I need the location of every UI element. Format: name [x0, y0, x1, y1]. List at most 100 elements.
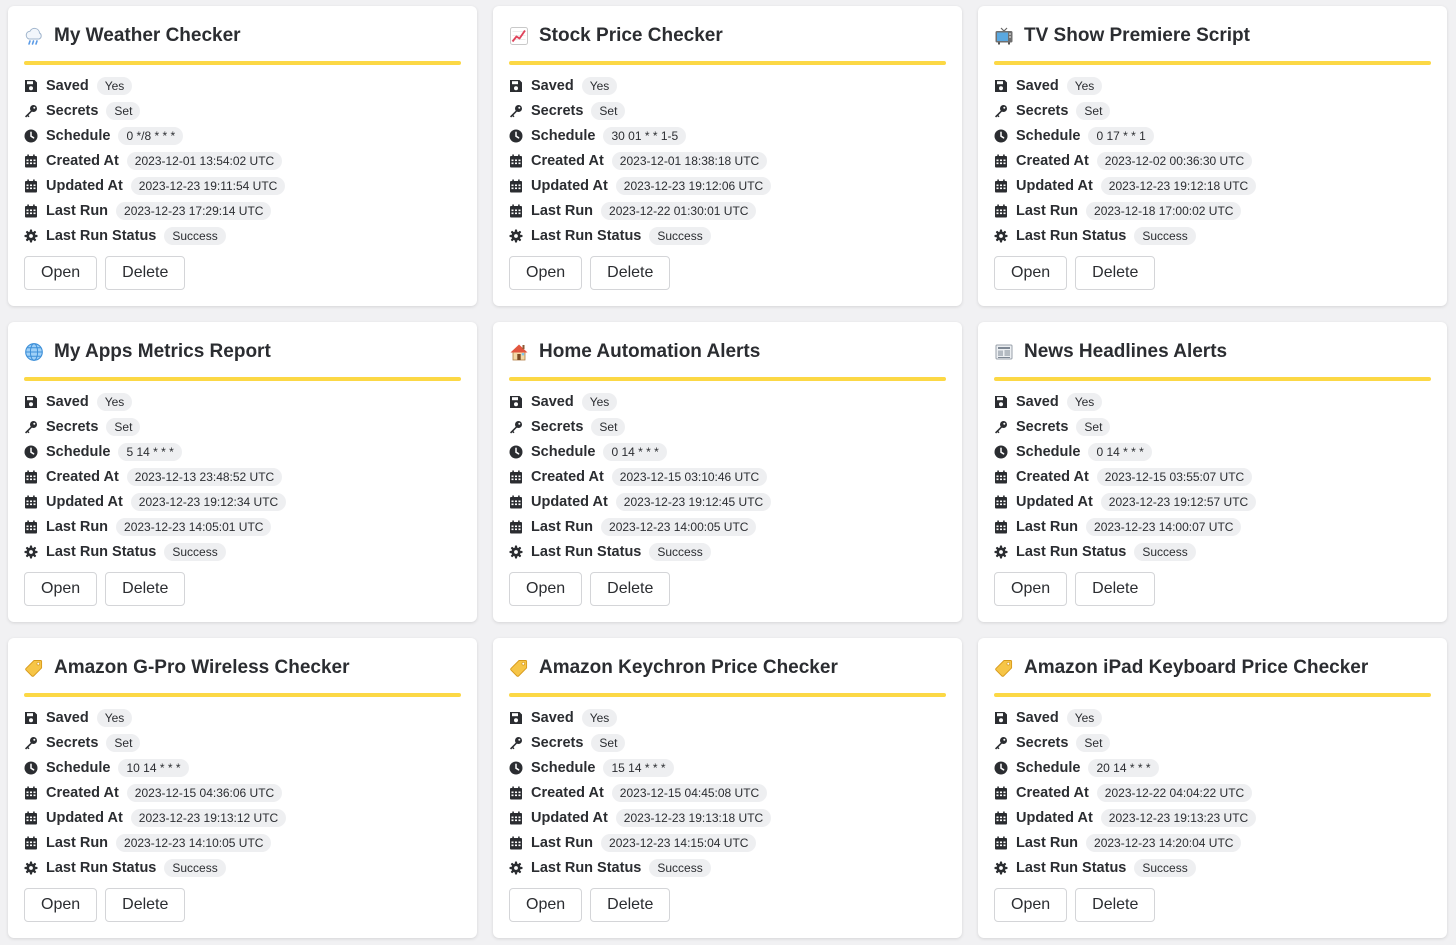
- last-run-status-label: Last Run Status: [531, 227, 642, 244]
- last-run-label: Last Run: [531, 518, 594, 535]
- updated-at-value: 2023-12-23 19:12:18 UTC: [1100, 176, 1257, 195]
- delete-button[interactable]: Delete: [105, 572, 186, 606]
- schedule-value: 0 17 * * 1: [1088, 126, 1154, 145]
- card-actions: Open Delete: [24, 888, 193, 922]
- updated-at-row: Updated At 2023-12-23 19:12:18 UTC: [994, 173, 1431, 198]
- secrets-label: Secrets: [1016, 102, 1069, 119]
- secrets-label: Secrets: [531, 102, 584, 119]
- gear-icon: [509, 861, 523, 874]
- gear-icon: [509, 545, 523, 558]
- price-tag-icon: [994, 658, 1014, 678]
- floppy-disk-icon: [995, 395, 1007, 408]
- last-run-row: Last Run 2023-12-23 14:00:05 UTC: [509, 514, 946, 539]
- schedule-value: 0 14 * * *: [603, 442, 667, 461]
- title-underline: [509, 693, 946, 697]
- created-at-row: Created At 2023-12-15 03:55:07 UTC: [994, 464, 1431, 489]
- floppy-disk-icon: [510, 395, 522, 408]
- last-run-status-label: Last Run Status: [46, 859, 157, 876]
- delete-button[interactable]: Delete: [1075, 256, 1156, 290]
- delete-button[interactable]: Delete: [105, 256, 186, 290]
- delete-button[interactable]: Delete: [590, 256, 671, 290]
- saved-row: Saved Yes: [24, 389, 461, 414]
- secrets-label: Secrets: [1016, 418, 1069, 435]
- delete-button[interactable]: Delete: [1075, 888, 1156, 922]
- gear-icon: [994, 229, 1008, 242]
- last-run-status-label: Last Run Status: [1016, 227, 1127, 244]
- clock-icon: [994, 761, 1008, 774]
- card-actions: Open Delete: [24, 256, 193, 290]
- price-tag-icon: [509, 658, 529, 678]
- script-card: News Headlines Alerts Saved Yes Secrets …: [978, 322, 1447, 622]
- saved-label: Saved: [46, 393, 89, 410]
- schedule-label: Schedule: [46, 127, 111, 144]
- updated-at-label: Updated At: [46, 809, 123, 826]
- clock-icon: [24, 129, 38, 142]
- saved-label: Saved: [531, 393, 574, 410]
- last-run-value: 2023-12-23 17:29:14 UTC: [116, 201, 272, 220]
- tv-icon: [994, 26, 1014, 46]
- schedule-row: Schedule 0 14 * * *: [509, 439, 946, 464]
- clock-icon: [994, 129, 1008, 142]
- calendar-icon: [995, 520, 1007, 533]
- secrets-row: Secrets Set: [994, 730, 1431, 755]
- secrets-label: Secrets: [531, 734, 584, 751]
- created-at-row: Created At 2023-12-22 04:04:22 UTC: [994, 780, 1431, 805]
- saved-value: Yes: [581, 392, 618, 411]
- last-run-status-row: Last Run Status Success: [24, 539, 461, 564]
- key-icon: [995, 104, 1007, 117]
- last-run-value: 2023-12-23 14:05:01 UTC: [116, 517, 272, 536]
- last-run-status-row: Last Run Status Success: [24, 855, 461, 880]
- open-button[interactable]: Open: [24, 256, 98, 290]
- script-card: Amazon Keychron Price Checker Saved Yes …: [493, 638, 962, 938]
- calendar-icon: [25, 520, 37, 533]
- open-button[interactable]: Open: [994, 888, 1068, 922]
- card-header: My Weather Checker: [24, 6, 461, 64]
- schedule-label: Schedule: [531, 443, 596, 460]
- last-run-row: Last Run 2023-12-23 17:29:14 UTC: [24, 198, 461, 223]
- delete-button[interactable]: Delete: [105, 888, 186, 922]
- schedule-row: Schedule 20 14 * * *: [994, 755, 1431, 780]
- key-icon: [25, 420, 37, 433]
- created-at-label: Created At: [1016, 152, 1089, 169]
- calendar-icon: [510, 470, 522, 483]
- key-icon: [510, 420, 522, 433]
- saved-value: Yes: [581, 76, 618, 95]
- delete-button[interactable]: Delete: [590, 888, 671, 922]
- saved-label: Saved: [1016, 393, 1059, 410]
- calendar-icon: [995, 836, 1007, 849]
- schedule-value: 0 */8 * * *: [118, 126, 184, 145]
- title-underline: [24, 693, 461, 697]
- secrets-value: Set: [1076, 733, 1111, 752]
- updated-at-row: Updated At 2023-12-23 19:12:45 UTC: [509, 489, 946, 514]
- open-button[interactable]: Open: [994, 572, 1068, 606]
- floppy-disk-icon: [510, 711, 522, 724]
- house-icon: [509, 342, 529, 362]
- floppy-disk-icon: [25, 711, 37, 724]
- updated-at-value: 2023-12-23 19:13:12 UTC: [130, 808, 287, 827]
- updated-at-value: 2023-12-23 19:12:57 UTC: [1100, 492, 1257, 511]
- clock-icon: [994, 445, 1008, 458]
- delete-button[interactable]: Delete: [1075, 572, 1156, 606]
- open-button[interactable]: Open: [24, 572, 98, 606]
- last-run-label: Last Run: [46, 834, 109, 851]
- saved-row: Saved Yes: [994, 389, 1431, 414]
- open-button[interactable]: Open: [509, 888, 583, 922]
- secrets-value: Set: [591, 101, 626, 120]
- open-button[interactable]: Open: [24, 888, 98, 922]
- updated-at-label: Updated At: [46, 493, 123, 510]
- open-button[interactable]: Open: [509, 256, 583, 290]
- updated-at-row: Updated At 2023-12-23 19:12:06 UTC: [509, 173, 946, 198]
- created-at-value: 2023-12-01 18:38:18 UTC: [611, 151, 768, 170]
- schedule-value: 0 14 * * *: [1088, 442, 1152, 461]
- secrets-value: Set: [106, 733, 141, 752]
- schedule-row: Schedule 0 17 * * 1: [994, 123, 1431, 148]
- created-at-value: 2023-12-22 04:04:22 UTC: [1096, 783, 1253, 802]
- gear-icon: [24, 545, 38, 558]
- delete-button[interactable]: Delete: [590, 572, 671, 606]
- open-button[interactable]: Open: [509, 572, 583, 606]
- created-at-label: Created At: [531, 152, 604, 169]
- last-run-row: Last Run 2023-12-22 01:30:01 UTC: [509, 198, 946, 223]
- last-run-row: Last Run 2023-12-23 14:05:01 UTC: [24, 514, 461, 539]
- created-at-row: Created At 2023-12-15 04:45:08 UTC: [509, 780, 946, 805]
- open-button[interactable]: Open: [994, 256, 1068, 290]
